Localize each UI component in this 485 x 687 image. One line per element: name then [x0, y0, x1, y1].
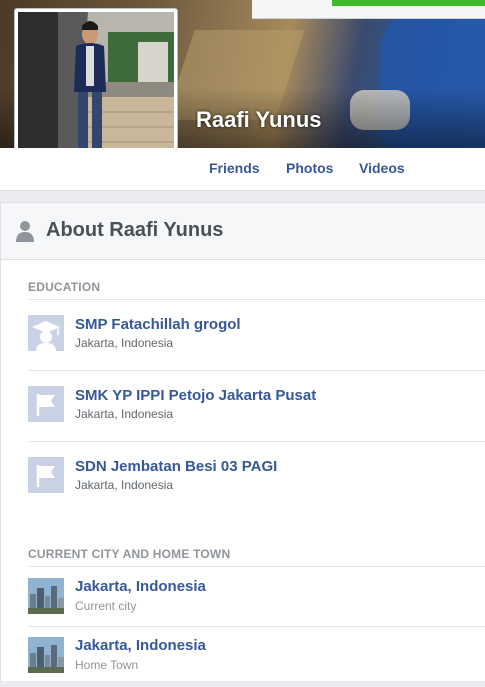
divider	[28, 370, 485, 371]
school-location: Jakarta, Indonesia	[75, 478, 174, 492]
place-type: Home Town	[75, 658, 139, 672]
place-name[interactable]: Jakarta, Indonesia	[75, 637, 206, 654]
divider	[28, 441, 485, 442]
place-name[interactable]: Jakarta, Indonesia	[75, 578, 206, 595]
tab-videos[interactable]: Videos	[359, 160, 405, 176]
flag-icon	[28, 457, 64, 493]
school-name[interactable]: SMP Fatachillah grogol	[75, 316, 241, 333]
flag-icon	[28, 386, 64, 422]
divider	[28, 626, 485, 627]
place-type: Current city	[75, 599, 137, 613]
cover-toolbar	[252, 0, 485, 19]
about-title: About Raafi Yunus	[46, 219, 224, 241]
education-item: SMK YP IPPI Petojo Jakarta Pusat Jakarta…	[28, 386, 485, 436]
education-item: SMP Fatachillah grogol Jakarta, Indonesi…	[28, 315, 485, 365]
divider	[28, 566, 485, 567]
profile-name[interactable]: Raafi Yunus	[196, 107, 322, 133]
person-icon	[16, 221, 34, 242]
tab-friends[interactable]: Friends	[209, 160, 260, 176]
school-location: Jakarta, Indonesia	[75, 407, 174, 421]
tab-photos[interactable]: Photos	[286, 160, 333, 176]
about-header: About Raafi Yunus	[1, 203, 485, 260]
profile-photo-image	[18, 12, 174, 168]
graduate-icon	[28, 315, 64, 351]
place-item: Jakarta, Indonesia Current city	[28, 578, 485, 628]
education-heading: EDUCATION	[28, 280, 101, 294]
divider	[28, 299, 485, 300]
education-item: SDN Jembatan Besi 03 PAGI Jakarta, Indon…	[28, 457, 485, 507]
school-name[interactable]: SMK YP IPPI Petojo Jakarta Pusat	[75, 387, 316, 404]
places-heading: CURRENT CITY AND HOME TOWN	[28, 547, 231, 561]
about-card: About Raafi Yunus EDUCATION SMP Fatachil…	[0, 202, 485, 681]
city-photo-icon	[28, 637, 64, 673]
profile-nav: Friends Photos Videos	[0, 148, 485, 191]
school-name[interactable]: SDN Jembatan Besi 03 PAGI	[75, 458, 277, 475]
school-location: Jakarta, Indonesia	[75, 336, 174, 350]
city-photo-icon	[28, 578, 64, 614]
action-button[interactable]	[332, 0, 485, 6]
